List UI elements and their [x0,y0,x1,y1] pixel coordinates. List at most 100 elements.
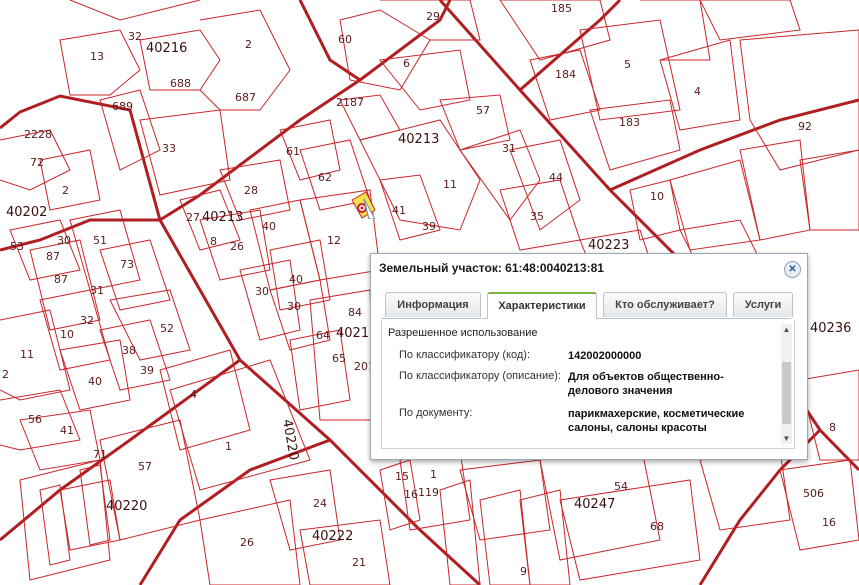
parcel-label: 10 [650,190,664,203]
parcel-label: 4 [190,388,197,401]
parcel-label: 184 [555,68,576,81]
row-value-description: Для объектов общественно-делового значен… [568,371,724,397]
parcel-label: 30 [287,300,301,313]
parcel-label: 87 [54,273,68,286]
parcel-label: 27 [186,211,200,224]
parcel-label: 8 [210,235,217,248]
parcel-label: 41 [60,424,74,437]
parcel-label: 56 [28,413,42,426]
scroll-thumb[interactable] [782,362,791,424]
parcel-label: 11 [443,178,457,191]
parcel-label: 506 [803,487,824,500]
parcel-label: 183 [619,116,640,129]
quarter-label: 40202 [6,205,47,220]
row-label-document: По документу: [399,407,473,419]
parcel-label: 38 [122,344,136,357]
tab-bar: Информация Характеристики Кто обслуживае… [381,292,793,319]
parcel-label: 2187 [336,96,364,109]
quarter-label: 40220 [106,499,147,514]
parcel-label: 13 [90,50,104,63]
parcel-label: 87 [46,250,60,263]
parcel-label: 688 [170,77,191,90]
tab-who-serves[interactable]: Кто обслуживает? [603,292,727,317]
parcel-label: 31 [90,284,104,297]
parcel-label: 44 [549,171,563,184]
parcel-label: 41 [392,204,406,217]
parcel-label: 40 [262,220,276,233]
parcel-label: 6 [403,57,410,70]
parcel-label: 32 [80,314,94,327]
parcel-label: 73 [120,258,134,271]
row-value-document: парикмахерские, косметические салоны, са… [568,408,745,434]
parcel-label: 689 [112,100,133,113]
parcel-label: 2228 [24,128,52,141]
parcel-label: 31 [502,142,516,155]
close-icon[interactable]: ✕ [784,261,801,278]
parcel-label: 68 [650,520,664,533]
parcel-label: 61 [286,145,300,158]
parcel-label: 57 [476,104,490,117]
parcel-label: 92 [798,120,812,133]
parcel-label: 119 [418,486,439,499]
parcel-label: 39 [422,220,436,233]
parcel-label: 4 [694,85,701,98]
parcel-label: 53 [10,240,24,253]
quarter-label: 40213 [202,210,243,225]
parcel-label: 26 [230,240,244,253]
parcel-label: 62 [318,171,332,184]
parcel-label: 687 [235,91,256,104]
parcel-label: 32 [128,30,142,43]
popup-pointer [363,198,376,219]
parcel-label: 57 [138,460,152,473]
scroll-up-icon[interactable]: ▲ [781,324,792,335]
parcel-label: 16 [822,516,836,529]
section-title: Разрешенное использование [388,327,538,339]
parcel-label: 2 [245,38,252,51]
quarter-label: 40247 [574,497,615,512]
parcel-label: 84 [348,306,362,319]
parcel-label: 12 [327,234,341,247]
quarter-label: 40223 [588,238,629,253]
parcel-label: 28 [244,184,258,197]
parcel-label: 9 [520,565,527,578]
parcel-label: 185 [551,2,572,15]
tab-services[interactable]: Услуги [733,292,793,317]
parcel-label: 24 [313,497,327,510]
parcel-label: 65 [332,352,346,365]
content-scrollbar[interactable]: ▲ ▼ [781,324,792,444]
popup-title: Земельный участок: 61:48:0040213:81 [379,261,604,275]
parcel-label: 40 [289,273,303,286]
parcel-label: 10 [60,328,74,341]
scroll-down-icon[interactable]: ▼ [781,433,792,444]
parcel-label: 30 [255,285,269,298]
parcel-label: 2 [2,368,9,381]
quarter-label: 40213 [398,132,439,147]
parcel-label: 26 [240,536,254,549]
parcel-label: 60 [338,33,352,46]
parcel-label: 1 [430,468,437,481]
parcel-label: 52 [160,322,174,335]
tab-characteristics[interactable]: Характеристики [487,292,597,319]
parcel-label: 35 [530,210,544,223]
parcel-label: 29 [426,10,440,23]
row-label-code: По классификатору (код): [399,349,531,361]
parcel-label: 21 [352,556,366,569]
parcel-label: 15 [395,470,409,483]
parcel-label: 54 [614,480,628,493]
parcel-label: 8 [829,421,836,434]
parcel-label: 11 [20,348,34,361]
parcel-label: 2 [62,184,69,197]
parcel-label: 1 [225,440,232,453]
tab-content-panel: Разрешенное использование По классификат… [381,320,795,449]
row-value-code: 142002000000 [568,350,642,362]
parcel-label: 72 [30,156,44,169]
quarter-label: 40222 [312,529,353,544]
parcel-info-popup: Земельный участок: 61:48:0040213:81 ✕ Ин… [370,253,808,460]
quarter-label: 40220 [279,418,301,461]
parcel-label: 5 [624,58,631,71]
row-label-description: По классификатору (описание): [399,370,561,382]
tab-info[interactable]: Информация [385,292,481,317]
parcel-label: 40 [88,375,102,388]
parcel-label: 39 [140,364,154,377]
parcel-label: 51 [93,234,107,247]
